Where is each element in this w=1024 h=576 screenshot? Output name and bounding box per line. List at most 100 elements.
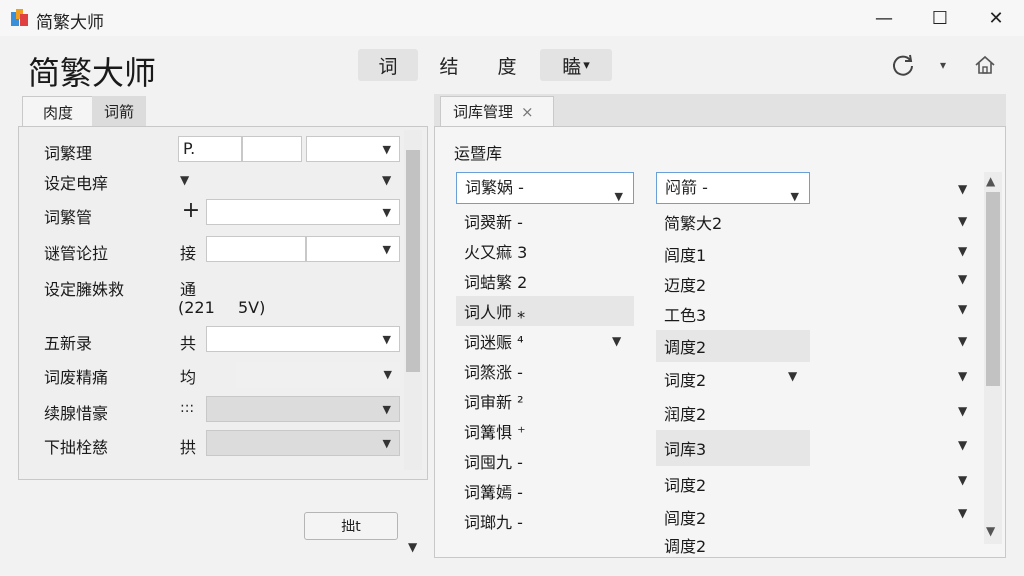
list-item[interactable]: 词翜新 -: [456, 206, 634, 236]
page-title: 简繁大师: [28, 54, 157, 92]
list-item-selected[interactable]: 词人师 ⁎: [456, 296, 634, 326]
left-scroll-thumb[interactable]: [406, 150, 420, 372]
setting-dropdown-disabled[interactable]: ▼: [206, 396, 400, 422]
toolbar-menu-button[interactable]: 瞌 ▾: [540, 49, 612, 81]
list-item[interactable]: 词篝惧 ⁺: [456, 416, 634, 446]
chevron-down-icon[interactable]: ▼: [958, 404, 967, 418]
chevron-down-icon[interactable]: ▼: [958, 182, 967, 196]
tab-label: 词库管理: [453, 103, 514, 121]
home-icon[interactable]: [970, 50, 1000, 80]
add-icon[interactable]: +: [178, 198, 204, 223]
chevron-down-icon: ▼: [382, 333, 391, 346]
list-item[interactable]: 闾度1: [656, 238, 810, 270]
chevron-down-icon[interactable]: ▼: [958, 214, 967, 228]
chevron-down-icon: ▾: [583, 57, 590, 73]
column2-list: 简繁大2 闾度1 迈度2 工色3 调度2 词度2 润度2 词库3 词度2 闾度2…: [656, 206, 810, 558]
list-item[interactable]: 火又痲 3: [456, 236, 634, 266]
chevron-down-icon[interactable]: ▼: [958, 302, 967, 316]
setting-label: 下拙栓慈: [44, 438, 109, 457]
chevron-down-icon[interactable]: ▼: [958, 438, 967, 452]
setting-dropdown[interactable]: ▼: [206, 199, 400, 225]
setting-input[interactable]: [206, 236, 306, 262]
chevron-down-icon[interactable]: ▼: [180, 173, 189, 187]
setting-value: 均: [180, 368, 197, 387]
list-item[interactable]: 调度2: [656, 330, 810, 362]
grip-icon: :::: [180, 400, 195, 416]
dropdown-icon[interactable]: ▾: [928, 50, 958, 80]
list-item[interactable]: 词篜涨 -: [456, 356, 634, 386]
list-item[interactable]: 词度2: [656, 362, 810, 396]
list-item[interactable]: 词迷赈 ⁴: [456, 326, 634, 356]
setting-label: 五新录: [44, 334, 93, 353]
window-title: 简繁大师: [36, 13, 104, 33]
setting-value: 接: [180, 244, 197, 263]
column2-header: 闷箭 -: [665, 178, 708, 197]
column1-dropdown[interactable]: 词繁娲 - ▼: [456, 172, 634, 204]
tab-roudu[interactable]: 肉度: [22, 96, 94, 127]
list-item[interactable]: 简繁大2: [656, 206, 810, 238]
list-item[interactable]: 词瑯九 -: [456, 506, 634, 536]
close-icon[interactable]: ×: [521, 103, 534, 121]
setting-label: 词繁理: [44, 144, 93, 163]
section-label: 运暨库: [454, 144, 503, 163]
chevron-down-icon[interactable]: ▼: [958, 506, 967, 520]
setting-value: 拱: [180, 438, 197, 457]
setting-info-right: 5V): [238, 298, 266, 317]
chevron-down-icon: ▼: [383, 368, 392, 381]
setting-dropdown[interactable]: ▼: [306, 236, 400, 262]
list-item[interactable]: 工色3: [656, 298, 810, 330]
list-item[interactable]: 词库3: [656, 430, 810, 466]
scroll-down-icon[interactable]: ▼: [986, 524, 995, 538]
refresh-icon[interactable]: [888, 50, 918, 80]
chevron-down-icon: ▼: [382, 143, 391, 156]
list-item[interactable]: 词囤九 -: [456, 446, 634, 476]
minimize-button[interactable]: —: [861, 5, 907, 31]
list-item[interactable]: 词篝嫣 -: [456, 476, 634, 506]
scroll-up-icon[interactable]: ▲: [986, 174, 995, 188]
toolbar-button-ci[interactable]: 词: [358, 49, 418, 81]
column1-header: 词繁娲 -: [465, 178, 524, 197]
setting-info-left: (221: [178, 298, 215, 317]
apply-button[interactable]: 拙t: [304, 512, 398, 540]
maximize-button[interactable]: ☐: [917, 5, 963, 31]
setting-label: 续腺惜豪: [44, 404, 109, 423]
list-item[interactable]: 词度2: [656, 466, 810, 502]
setting-value: 通: [180, 280, 197, 299]
chevron-down-icon: ▼: [382, 206, 391, 219]
setting-value: 共: [180, 334, 197, 353]
setting-input[interactable]: P.: [178, 136, 242, 162]
chevron-down-icon[interactable]: ▼: [958, 272, 967, 286]
chevron-down-icon[interactable]: ▼: [958, 369, 967, 383]
toolbar-button-jie[interactable]: 结: [424, 49, 474, 81]
setting-label: 设定电痒: [44, 174, 109, 193]
tab-ciku-guanli[interactable]: 词库管理 ×: [440, 96, 554, 126]
list-item[interactable]: 迈度2: [656, 270, 810, 298]
setting-label: 设定臃姝救: [44, 280, 125, 299]
right-scroll-thumb[interactable]: [986, 192, 1000, 386]
column2-dropdown[interactable]: 闷箭 - ▼: [656, 172, 810, 204]
list-item[interactable]: 润度2: [656, 396, 810, 430]
list-item[interactable]: 调度2: [656, 532, 810, 558]
chevron-down-icon[interactable]: ▼: [958, 334, 967, 348]
chevron-down-icon[interactable]: ▼: [408, 540, 417, 554]
chevron-down-icon[interactable]: ▼: [612, 334, 621, 348]
toolbar-menu-label: 瞌: [562, 55, 582, 78]
setting-label: 词繁管: [44, 208, 93, 227]
chevron-down-icon[interactable]: ▼: [958, 473, 967, 487]
chevron-down-icon[interactable]: ▼: [788, 369, 797, 383]
close-button[interactable]: ✕: [973, 5, 1019, 31]
setting-dropdown[interactable]: ▼: [306, 136, 400, 162]
setting-label: 词废精痛: [44, 368, 109, 387]
chevron-down-icon[interactable]: ▼: [382, 173, 391, 187]
tab-cijian[interactable]: 词箭: [92, 96, 146, 126]
toolbar-button-du[interactable]: 度: [482, 49, 532, 81]
setting-dropdown[interactable]: ▼: [206, 326, 400, 352]
list-item[interactable]: 词审新 ²: [456, 386, 634, 416]
list-item[interactable]: 词蛣繁 2: [456, 266, 634, 296]
setting-input-secondary[interactable]: [242, 136, 302, 162]
column1-list: 词翜新 - 火又痲 3 词蛣繁 2 词人师 ⁎ 词迷赈 ⁴ 词篜涨 - 词审新 …: [456, 206, 634, 536]
setting-dropdown-disabled[interactable]: ▼: [206, 430, 400, 456]
chevron-down-icon[interactable]: ▼: [958, 244, 967, 258]
list-item[interactable]: 闾度2: [656, 502, 810, 532]
setting-dropdown[interactable]: ▼: [236, 362, 400, 388]
